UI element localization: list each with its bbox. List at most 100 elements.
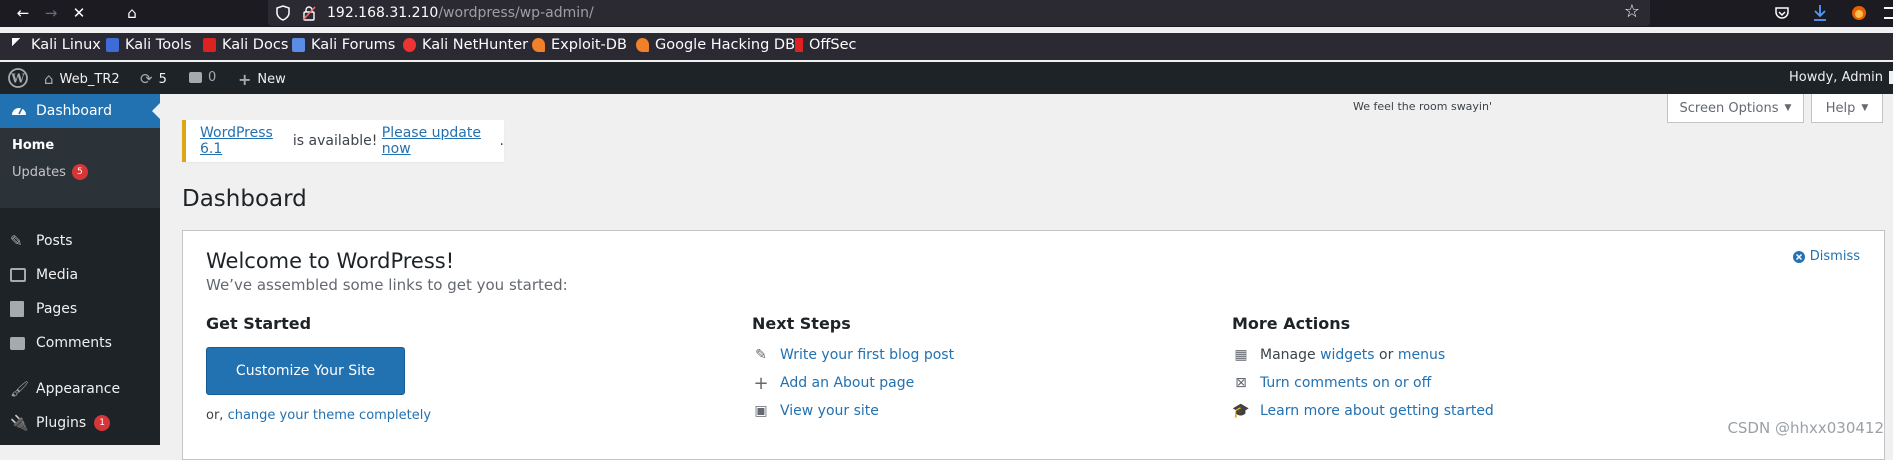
my-account-link[interactable]: Howdy, Admin [1789,70,1893,85]
pages-icon [10,301,24,317]
get-started-heading: Get Started [206,314,311,333]
plus-icon: + [752,374,770,392]
updates-count-badge: 5 [72,164,88,180]
bookmark-kali-nethunter[interactable]: Kali NetHunter [403,37,528,53]
sidebar-item-plugins[interactable]: 🔌 Plugins 1 [0,406,160,440]
home-icon: ⌂ [44,70,54,88]
next-steps-heading: Next Steps [752,314,851,333]
home-icon[interactable]: ⌂ [121,3,143,23]
url-bar[interactable]: 192.168.31.210/wordpress/wp-admin/ ☆ [268,0,1650,26]
wp-admin-bar: W ⌂ Web_TR2 ⟳ 5 0 + New Howdy, Admin [0,62,1893,94]
insecure-lock-icon [301,5,317,21]
comments-icon [10,337,25,350]
pushpin-icon: ✎ [10,232,28,250]
bookmark-kali-docs[interactable]: Kali Docs [203,37,288,53]
csdn-watermark: CSDN @hhxx030412 [1727,419,1884,437]
update-now-link[interactable]: Please update now [382,125,500,157]
bookmark-google-hacking-db[interactable]: Google Hacking DB [636,37,795,53]
sidebar-item-posts[interactable]: ✎ Posts [0,224,160,258]
layout-grid-icon: ▦ [1232,346,1250,364]
welcome-title: Welcome to WordPress! [206,249,454,273]
site-name-link[interactable]: ⌂ Web_TR2 [44,70,120,88]
view-site-link[interactable]: ▣ View your site [752,402,879,420]
firefox-account-icon[interactable] [1850,4,1868,22]
plugins-count-badge: 1 [94,415,110,431]
toggle-comments-link[interactable]: ⊠ Turn comments on or off [1232,374,1431,392]
plugin-icon: 🔌 [10,414,28,432]
url-path: /wordpress/wp-admin/ [438,5,593,21]
bookmark-offsec[interactable]: OffSec [795,37,857,53]
bookmark-kali-linux[interactable]: Kali Linux [12,37,101,53]
wp-logo-button[interactable]: W [8,68,28,88]
shield-icon [275,5,291,21]
help-button[interactable]: Help ▼ [1811,94,1883,123]
write-post-link[interactable]: ✎ Write your first blog post [752,346,954,364]
ghdb-icon [636,38,649,52]
wordpress-version-link[interactable]: WordPress 6.1 [200,125,288,157]
submenu-home[interactable]: Home [12,138,54,153]
forward-icon[interactable]: → [40,3,62,23]
manage-widgets-menus: ▦ Manage widgets or menus [1232,346,1445,364]
updates-link[interactable]: ⟳ 5 [140,70,167,88]
exploit-db-icon [532,38,545,52]
stop-icon[interactable]: ✕ [68,3,90,23]
monitor-icon: ▣ [752,402,770,420]
menu-icon[interactable] [1884,7,1893,19]
bookmark-exploit-db[interactable]: Exploit-DB [532,37,627,53]
avatar [1889,71,1893,84]
paintbrush-icon: 🖌 [10,380,28,398]
kali-tools-icon [106,38,119,52]
media-icon [10,268,26,282]
comments-link[interactable]: 0 [189,70,216,85]
dismiss-link[interactable]: Dismiss [1792,249,1860,264]
wordpress-logo-icon: W [8,68,28,88]
plus-icon: + [238,70,251,89]
hello-dolly-lyric: We feel the room swayin' [1353,100,1492,113]
welcome-subtitle: We’ve assembled some links to get you st… [206,276,568,294]
change-theme-line: or, change your theme completely [206,408,431,423]
svg-text:W: W [10,72,25,86]
nethunter-icon [403,38,416,52]
page-title: Dashboard [182,186,307,212]
offsec-icon [795,38,803,52]
change-theme-link[interactable]: change your theme completely [228,408,432,423]
comments-off-icon: ⊠ [1232,374,1250,392]
more-actions-heading: More Actions [1232,314,1350,333]
menus-link[interactable]: menus [1398,347,1445,363]
sidebar-item-appearance[interactable]: 🖌 Appearance [0,372,160,406]
graduation-cap-icon: 🎓 [1232,402,1250,420]
pocket-icon[interactable] [1774,5,1790,21]
widgets-link[interactable]: widgets [1320,347,1375,363]
active-menu-arrow [152,103,160,119]
caret-down-icon: ▼ [1861,103,1868,113]
refresh-icon: ⟳ [140,70,153,88]
bookmark-kali-forums[interactable]: Kali Forums [292,37,395,53]
bookmark-star-icon[interactable]: ☆ [1624,1,1640,22]
kali-dragon-icon [12,38,25,52]
sidebar-item-pages[interactable]: Pages [0,292,160,326]
bookmark-kali-tools[interactable]: Kali Tools [106,37,192,53]
close-circle-icon [1792,250,1806,264]
url-host: 192.168.31.210 [327,5,438,21]
dashboard-gauge-icon [10,102,28,120]
new-content-link[interactable]: + New [238,70,286,89]
sidebar-item-comments[interactable]: Comments [0,326,160,360]
add-about-page-link[interactable]: + Add an About page [752,374,914,392]
caret-down-icon: ▼ [1785,103,1792,113]
comment-bubble-icon [189,72,202,83]
submenu-updates[interactable]: Updates 5 [12,164,88,180]
kali-forums-icon [292,38,305,52]
back-icon[interactable]: ← [12,3,34,23]
welcome-panel: Welcome to WordPress! We’ve assembled so… [182,230,1885,460]
download-icon[interactable] [1812,4,1828,22]
learn-more-link[interactable]: 🎓 Learn more about getting started [1232,402,1494,420]
dashboard-submenu: Home Updates 5 [0,128,160,208]
bookmarks-toolbar: Kali Linux Kali Tools Kali Docs Kali For… [0,33,1893,60]
sidebar-item-dashboard[interactable]: Dashboard [0,94,160,128]
update-nag-notice: WordPress 6.1 is available! Please updat… [182,120,504,162]
screen-options-button[interactable]: Screen Options ▼ [1667,94,1804,123]
customize-site-button[interactable]: Customize Your Site [206,347,405,395]
kali-docs-icon [203,38,216,52]
admin-sidebar: Dashboard Home Updates 5 ✎ Posts Media P… [0,94,160,445]
sidebar-item-media[interactable]: Media [0,258,160,292]
